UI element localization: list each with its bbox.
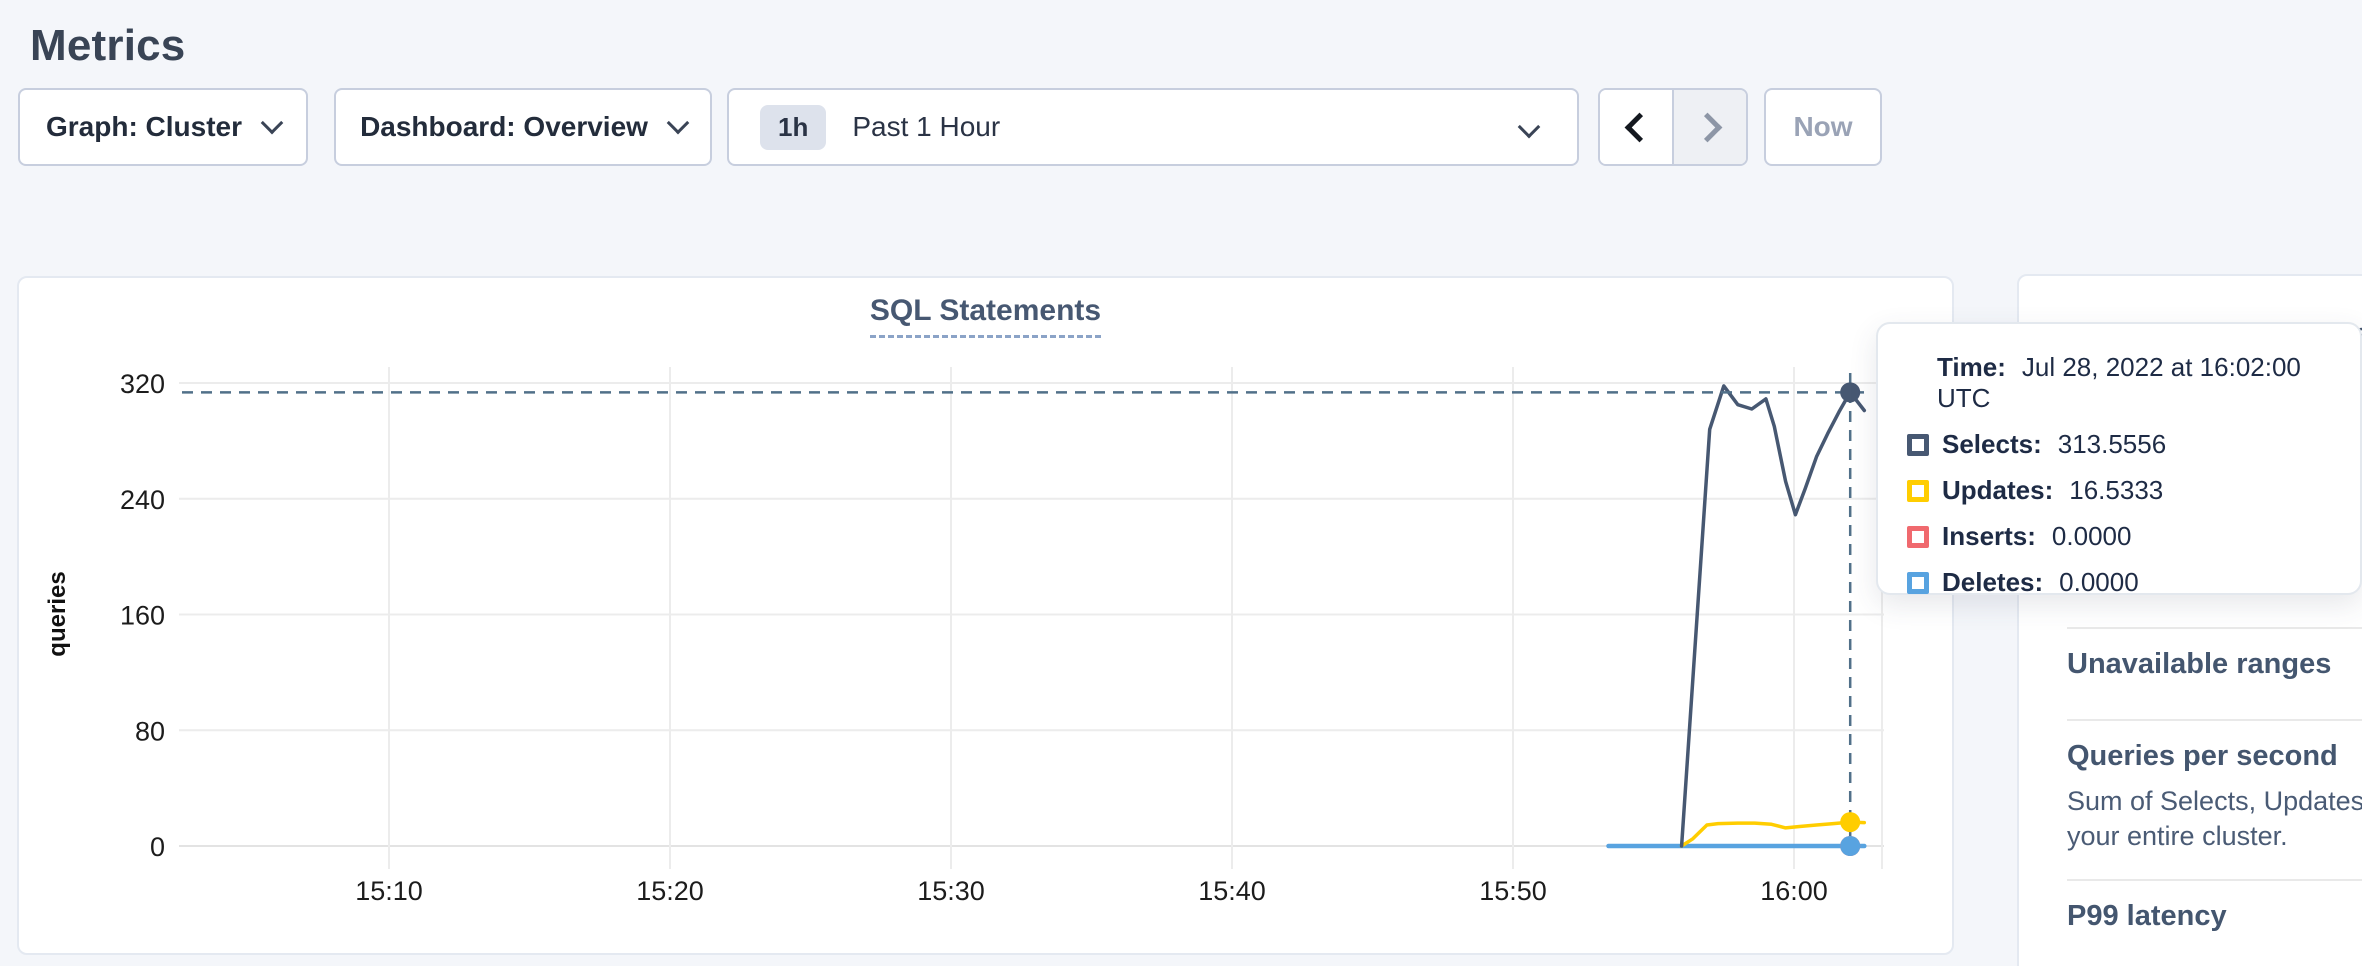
- tooltip-time-row: Time:Jul 28, 2022 at 16:02:00 UTC: [1937, 352, 2360, 414]
- series-swatch-icon: [1907, 434, 1929, 456]
- x-axis-tick-label: 16:00: [1760, 876, 1828, 906]
- hover-dot-deletes: [1840, 836, 1860, 856]
- page-title: Metrics: [30, 21, 185, 71]
- sql-statements-chart-card: 0 80 160 240 320 15:10 15:20 15:30 15:40 15:50 16:…: [17, 276, 1954, 955]
- series-line-updates: [1682, 822, 1865, 846]
- step-forward-button[interactable]: [1674, 90, 1746, 164]
- step-back-button[interactable]: [1600, 90, 1674, 164]
- y-axis-title: queries: [44, 571, 71, 656]
- tooltip-series-label: Selects:: [1942, 429, 2042, 460]
- time-range-selector[interactable]: 1h Past 1 Hour: [727, 88, 1579, 166]
- time-step-button-group: [1598, 88, 1748, 166]
- hover-dot-updates: [1840, 812, 1860, 832]
- tooltip-series-value: 313.5556: [2058, 429, 2166, 460]
- chevron-right-icon: [1692, 112, 1722, 142]
- sidebar-heading-p99-latency: P99 latency: [2067, 900, 2227, 933]
- sidebar-qps-description-line2: your entire cluster.: [2067, 821, 2288, 852]
- tooltip-series-value: 16.5333: [2069, 475, 2163, 506]
- x-axis-tick-label: 15:10: [355, 876, 423, 906]
- x-axis-tick-label: 15:40: [1198, 876, 1266, 906]
- sidebar-qps-description-line1: Sum of Selects, Updates, Inser: [2067, 786, 2362, 817]
- series-swatch-icon: [1907, 526, 1929, 548]
- now-button[interactable]: Now: [1764, 88, 1882, 166]
- divider: [2067, 879, 2362, 881]
- chevron-down-icon: [261, 112, 284, 135]
- tooltip-series-label: Updates:: [1942, 475, 2053, 506]
- x-axis-tick-label: 15:20: [636, 876, 704, 906]
- sidebar-heading-queries-per-second: Queries per second: [2067, 740, 2338, 773]
- sql-statements-plot[interactable]: 0 80 160 240 320 15:10 15:20 15:30 15:40 15:50 16:…: [19, 278, 1956, 957]
- graph-selector-dropdown[interactable]: Graph: Cluster: [18, 88, 308, 166]
- x-axis-tick-label: 15:30: [917, 876, 985, 906]
- tooltip-row: Selects: 313.5556: [1907, 429, 2360, 460]
- hover-dot-selects: [1840, 382, 1860, 402]
- tooltip-time-label: Time:: [1937, 352, 2006, 382]
- y-axis-tick-label: 80: [135, 716, 165, 746]
- chevron-left-icon: [1624, 112, 1654, 142]
- tooltip-row: Updates: 16.5333: [1907, 475, 2360, 506]
- tooltip-series-label: Inserts:: [1942, 521, 2036, 552]
- chart-hover-tooltip: Time:Jul 28, 2022 at 16:02:00 UTC Select…: [1876, 322, 2362, 595]
- dashboard-selector-label: Dashboard: Overview: [360, 111, 648, 143]
- chevron-down-icon: [667, 112, 690, 135]
- tooltip-series-value: 0.0000: [2052, 521, 2132, 552]
- time-range-badge: 1h: [760, 105, 826, 150]
- y-axis-tick-label: 320: [120, 369, 165, 399]
- series-line-selects: [1682, 386, 1865, 846]
- tooltip-series-label: Deletes:: [1942, 567, 2043, 598]
- tooltip-series-value: 0.0000: [2059, 567, 2139, 598]
- graph-selector-label: Graph: Cluster: [46, 111, 242, 143]
- series-swatch-icon: [1907, 480, 1929, 502]
- chart-title[interactable]: SQL Statements: [870, 294, 1101, 338]
- divider: [2067, 627, 2362, 629]
- series-swatch-icon: [1907, 572, 1929, 594]
- tooltip-row: Inserts: 0.0000: [1907, 521, 2360, 552]
- chevron-down-icon: [1518, 116, 1541, 139]
- time-range-label: Past 1 Hour: [852, 111, 1000, 143]
- tooltip-row: Deletes: 0.0000: [1907, 567, 2360, 598]
- divider: [2067, 719, 2362, 721]
- sidebar-heading-unavailable-ranges: Unavailable ranges: [2067, 648, 2331, 681]
- y-axis-tick-label: 160: [120, 601, 165, 631]
- y-axis-tick-label: 0: [150, 832, 165, 862]
- y-axis-tick-label: 240: [120, 485, 165, 515]
- metrics-page: { "page": { "title": "Metrics" }, "contr…: [0, 0, 2362, 966]
- dashboard-selector-dropdown[interactable]: Dashboard: Overview: [334, 88, 712, 166]
- x-axis-tick-label: 15:50: [1479, 876, 1547, 906]
- now-button-label: Now: [1793, 111, 1852, 143]
